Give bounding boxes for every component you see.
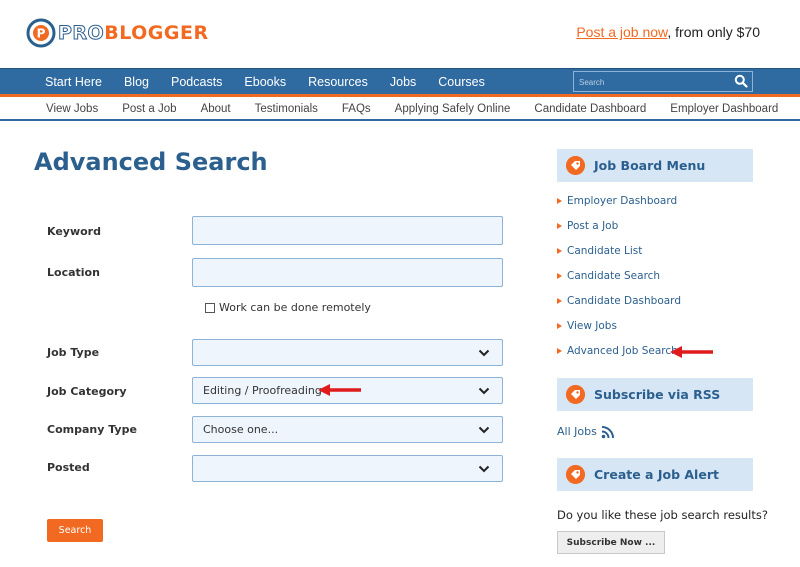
chevron-down-icon [478, 387, 490, 395]
sub-nav: View Jobs Post a Job About Testimonials … [0, 97, 800, 121]
keyword-label: Keyword [47, 225, 101, 238]
main-nav: Start Here Blog Podcasts Ebooks Resource… [0, 68, 800, 94]
main-nav-resources[interactable]: Resources [297, 75, 379, 89]
sidebar-item-label: Candidate Dashboard [567, 295, 681, 307]
chevron-down-icon [478, 426, 490, 434]
posted-label: Posted [47, 461, 90, 474]
main-nav-items: Start Here Blog Podcasts Ebooks Resource… [34, 69, 496, 95]
promo-text: Post a job now, from only $70 [576, 24, 760, 40]
remote-checkbox[interactable] [205, 302, 215, 313]
bullet-arrow-icon [557, 298, 562, 304]
location-input[interactable] [192, 258, 503, 287]
logo-blogger-text: BLOGGER [104, 22, 209, 44]
location-label: Location [47, 266, 100, 279]
rss-title: Subscribe via RSS [594, 387, 721, 402]
sidebar-item-label: Advanced Job Search [567, 345, 678, 357]
job-alert-title: Create a Job Alert [594, 467, 719, 482]
chevron-down-icon [478, 465, 490, 473]
job-category-value: Editing / Proofreading [203, 384, 322, 397]
sidebar-item-label: Candidate Search [567, 270, 661, 282]
job-board-menu-title: Job Board Menu [594, 158, 706, 173]
sidebar-item-post-a-job[interactable]: Post a Job [557, 220, 618, 232]
promo-suffix: , from only $70 [667, 24, 760, 40]
company-type-label: Company Type [47, 423, 137, 436]
sub-nav-faqs[interactable]: FAQs [330, 103, 383, 115]
tag-icon [566, 156, 585, 175]
search-icon[interactable] [734, 74, 748, 88]
sidebar-item-label: Employer Dashboard [567, 195, 678, 207]
bullet-arrow-icon [557, 273, 562, 279]
bullet-arrow-icon [557, 248, 562, 254]
keyword-input[interactable] [192, 216, 503, 245]
main-nav-jobs[interactable]: Jobs [379, 75, 427, 89]
sub-nav-applying-safely[interactable]: Applying Safely Online [383, 103, 523, 115]
sidebar-item-candidate-search[interactable]: Candidate Search [557, 270, 660, 282]
remote-checkbox-row[interactable]: Work can be done remotely [205, 301, 371, 314]
bullet-arrow-icon [557, 348, 562, 354]
red-arrow-icon [318, 384, 361, 396]
rss-icon[interactable] [601, 426, 614, 439]
subscribe-now-button[interactable]: Subscribe Now ... [557, 531, 665, 554]
sub-nav-view-jobs[interactable]: View Jobs [34, 103, 110, 115]
bullet-arrow-icon [557, 323, 562, 329]
red-arrow-icon [670, 346, 713, 358]
sub-nav-items: View Jobs Post a Job About Testimonials … [34, 97, 790, 120]
job-type-select[interactable] [192, 339, 503, 366]
main-nav-blog[interactable]: Blog [113, 75, 160, 89]
all-jobs-rss-link[interactable]: All Jobs [557, 425, 597, 438]
sub-nav-post-a-job[interactable]: Post a Job [110, 103, 188, 115]
posted-select[interactable] [192, 455, 503, 482]
problogger-logo[interactable]: P PROBLOGGER [26, 17, 209, 49]
job-alert-header: Create a Job Alert [557, 458, 753, 491]
bullet-arrow-icon [557, 223, 562, 229]
sidebar-item-employer-dashboard[interactable]: Employer Dashboard [557, 195, 677, 207]
main-nav-podcasts[interactable]: Podcasts [160, 75, 233, 89]
tag-icon [566, 465, 585, 484]
bullet-arrow-icon [557, 198, 562, 204]
job-board-menu-header: Job Board Menu [557, 149, 753, 182]
sidebar-item-candidate-dashboard[interactable]: Candidate Dashboard [557, 295, 681, 307]
site-header: P PROBLOGGER Post a job now, from only $… [0, 0, 800, 68]
job-type-label: Job Type [47, 346, 100, 359]
sub-nav-testimonials[interactable]: Testimonials [243, 103, 330, 115]
sidebar-item-advanced-job-search[interactable]: Advanced Job Search [557, 345, 678, 357]
main-nav-courses[interactable]: Courses [427, 75, 496, 89]
company-type-select[interactable]: Choose one... [192, 416, 503, 443]
sub-nav-candidate-dashboard[interactable]: Candidate Dashboard [522, 103, 658, 115]
remote-checkbox-label: Work can be done remotely [219, 301, 371, 314]
search-button[interactable]: Search [47, 519, 103, 542]
tag-icon [566, 385, 585, 404]
post-job-now-link[interactable]: Post a job now [576, 24, 667, 40]
sidebar-item-label: Candidate List [567, 245, 643, 257]
sub-nav-about[interactable]: About [189, 103, 243, 115]
main-nav-start-here[interactable]: Start Here [34, 75, 113, 89]
logo-mark-icon: P [26, 18, 56, 48]
company-type-value: Choose one... [203, 423, 279, 436]
sub-nav-employer-dashboard[interactable]: Employer Dashboard [658, 103, 790, 115]
site-search-input[interactable] [574, 73, 724, 92]
site-search [573, 71, 753, 92]
sidebar-item-view-jobs[interactable]: View Jobs [557, 320, 617, 332]
sidebar-item-label: Post a Job [567, 220, 619, 232]
logo-wordmark: PROBLOGGER [57, 22, 209, 45]
job-category-label: Job Category [47, 385, 127, 398]
chevron-down-icon [478, 349, 490, 357]
page-title: Advanced Search [34, 148, 268, 176]
sidebar-item-candidate-list[interactable]: Candidate List [557, 245, 642, 257]
rss-header: Subscribe via RSS [557, 378, 753, 411]
sidebar-item-label: View Jobs [567, 320, 617, 332]
main-nav-ebooks[interactable]: Ebooks [233, 75, 297, 89]
svg-text:P: P [37, 27, 46, 41]
job-alert-question: Do you like these job search results? [557, 508, 768, 522]
logo-pro-text: PRO [57, 22, 105, 45]
